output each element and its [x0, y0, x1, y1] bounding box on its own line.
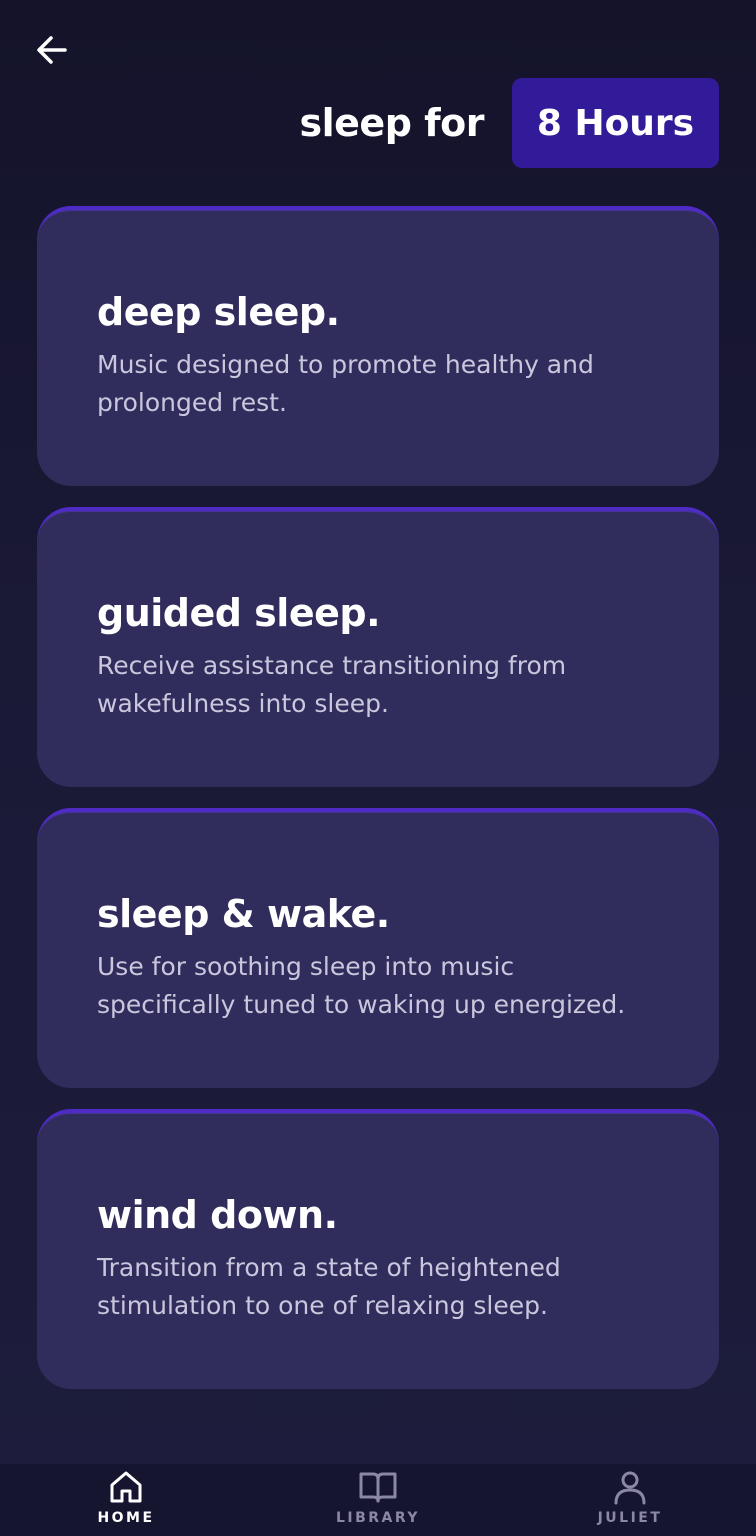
- bottom-nav: HOME LIBRARY JULIET: [0, 1464, 756, 1536]
- card-title: sleep & wake.: [97, 892, 390, 936]
- card-description: Transition from a state of heightened st…: [97, 1253, 561, 1320]
- nav-item-library[interactable]: LIBRARY: [303, 1468, 453, 1526]
- card-description: Receive assistance transitioning from wa…: [97, 651, 567, 718]
- nav-label-home: HOME: [97, 1510, 155, 1526]
- card-wind-down[interactable]: wind down. Transition from a state of he…: [37, 1109, 719, 1389]
- card-description: Use for soothing sleep into music specif…: [97, 952, 626, 1019]
- card-title: wind down.: [97, 1193, 338, 1237]
- nav-label-library: LIBRARY: [335, 1510, 421, 1526]
- back-button[interactable]: [30, 28, 74, 72]
- nav-item-home[interactable]: HOME: [51, 1468, 201, 1526]
- home-icon: [110, 1471, 142, 1503]
- nav-item-profile[interactable]: JULIET: [555, 1468, 705, 1526]
- user-icon: [614, 1471, 646, 1505]
- card-guided-sleep[interactable]: guided sleep. Receive assistance transit…: [37, 507, 719, 787]
- sleep-mode-list: deep sleep. Music designed to promote he…: [37, 206, 719, 1410]
- card-title: guided sleep.: [97, 591, 381, 635]
- arrow-left-icon: [37, 36, 67, 64]
- card-sleep-and-wake[interactable]: sleep & wake. Use for soothing sleep int…: [37, 808, 719, 1088]
- card-deep-sleep[interactable]: deep sleep. Music designed to promote he…: [37, 206, 719, 486]
- header: sleep for 8 Hours: [299, 78, 719, 168]
- page-title: sleep for: [299, 101, 485, 145]
- duration-button[interactable]: 8 Hours: [512, 78, 719, 168]
- card-title: deep sleep.: [97, 290, 340, 334]
- book-icon: [359, 1472, 397, 1503]
- nav-label-profile: JULIET: [597, 1510, 663, 1526]
- card-description: Music designed to promote healthy and pr…: [97, 350, 594, 417]
